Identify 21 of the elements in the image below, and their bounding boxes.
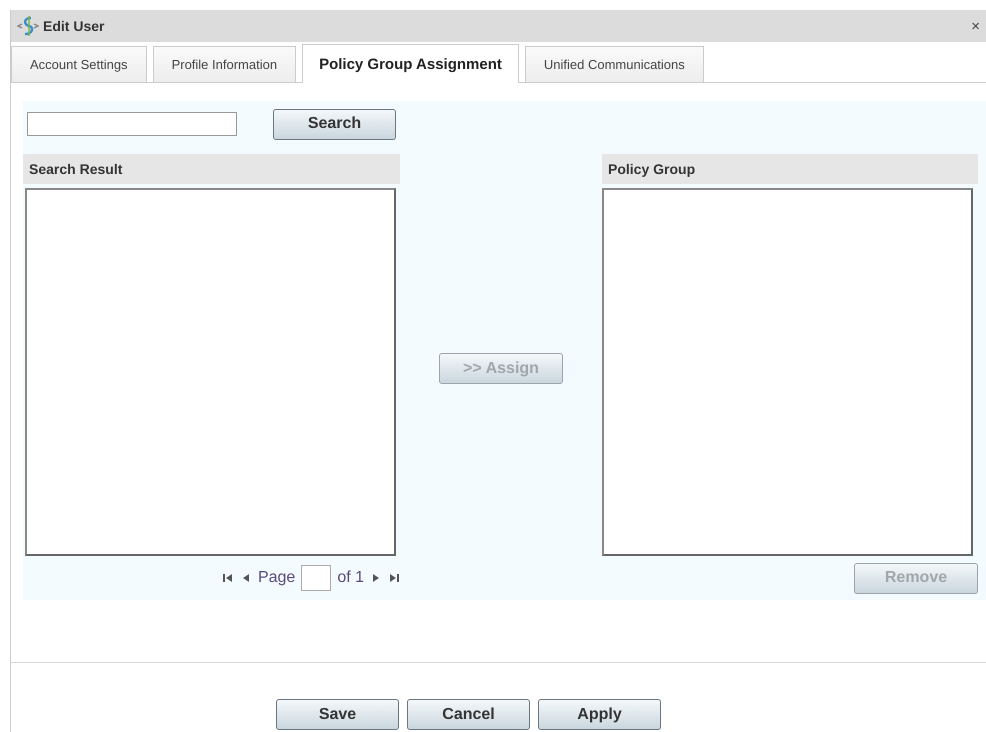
dialog-button[interactable]: Cancel <box>407 699 530 730</box>
search-result-list[interactable] <box>25 188 396 556</box>
page-count: of 1 <box>337 569 364 587</box>
dialog-button[interactable]: Save <box>276 699 399 730</box>
search-button[interactable]: Search <box>273 108 396 140</box>
last-page-icon[interactable] <box>388 572 400 584</box>
tab[interactable]: Unified Communications <box>524 46 704 82</box>
tab[interactable]: Policy Group Assignment <box>302 44 519 83</box>
column-header: Policy Group <box>602 154 978 184</box>
page-label: Page <box>258 569 296 587</box>
tab[interactable]: Profile Information <box>152 46 296 82</box>
page-number-field[interactable] <box>301 565 332 591</box>
close-icon[interactable]: × <box>971 18 980 34</box>
tab[interactable]: Account Settings <box>11 46 147 82</box>
window-title: Edit User <box>43 18 104 34</box>
policy-group-list[interactable] <box>602 188 973 556</box>
search-field[interactable] <box>27 112 237 136</box>
first-page-icon[interactable] <box>222 572 234 584</box>
column-header: Search Result <box>23 154 400 184</box>
logo-icon <box>17 15 39 37</box>
dialog-button[interactable]: Apply <box>538 699 661 730</box>
